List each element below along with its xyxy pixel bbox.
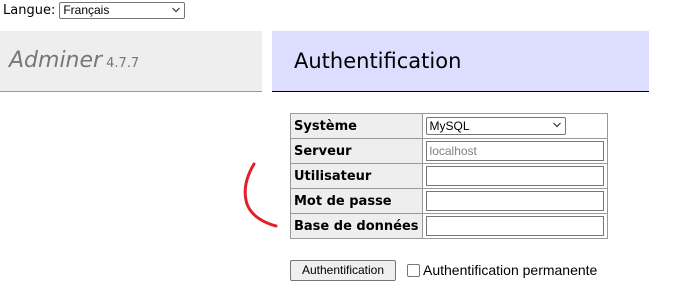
- database-input[interactable]: [425, 216, 604, 236]
- form-row-server: Serveur localhost: [290, 138, 608, 164]
- chevron-down-icon: [552, 122, 561, 128]
- language-bar: Langue: Français: [3, 0, 186, 20]
- server-input[interactable]: localhost: [425, 141, 604, 161]
- page-title: Authentification: [294, 49, 462, 73]
- brand-version: 4.7.7: [106, 56, 140, 71]
- language-select[interactable]: Français: [59, 1, 186, 19]
- page-heading-box: Authentification: [272, 31, 649, 92]
- language-label: Langue:: [3, 2, 56, 18]
- system-select-value: MySQL: [429, 119, 470, 133]
- login-submit-button[interactable]: Authentification: [290, 260, 396, 281]
- permanent-login-label: Authentification permanente: [423, 262, 598, 278]
- system-label: Système: [290, 113, 423, 139]
- system-select[interactable]: MySQL: [425, 117, 566, 135]
- language-select-value: Français: [63, 2, 110, 17]
- username-input[interactable]: [425, 166, 604, 186]
- brand-header: Adminer 4.7.7: [0, 31, 262, 92]
- password-input[interactable]: [425, 191, 604, 211]
- password-label: Mot de passe: [290, 188, 423, 214]
- brand-title: Adminer 4.7.7: [9, 48, 139, 73]
- permanent-login-option[interactable]: Authentification permanente: [407, 262, 597, 278]
- form-row-password: Mot de passe: [290, 188, 608, 214]
- database-label: Base de données: [290, 213, 423, 239]
- red-annotation-mark: [243, 162, 278, 228]
- server-label: Serveur: [290, 138, 423, 164]
- permanent-login-checkbox[interactable]: [407, 263, 420, 277]
- form-row-system: Système MySQL: [290, 113, 608, 139]
- chevron-down-icon: [172, 7, 181, 12]
- form-row-database: Base de données: [290, 213, 608, 239]
- form-row-username: Utilisateur: [290, 163, 608, 189]
- login-form-table: Système MySQL Serveur localhost Utilisat…: [290, 113, 608, 239]
- username-label: Utilisateur: [290, 163, 423, 189]
- brand-name-link[interactable]: Adminer: [9, 48, 102, 73]
